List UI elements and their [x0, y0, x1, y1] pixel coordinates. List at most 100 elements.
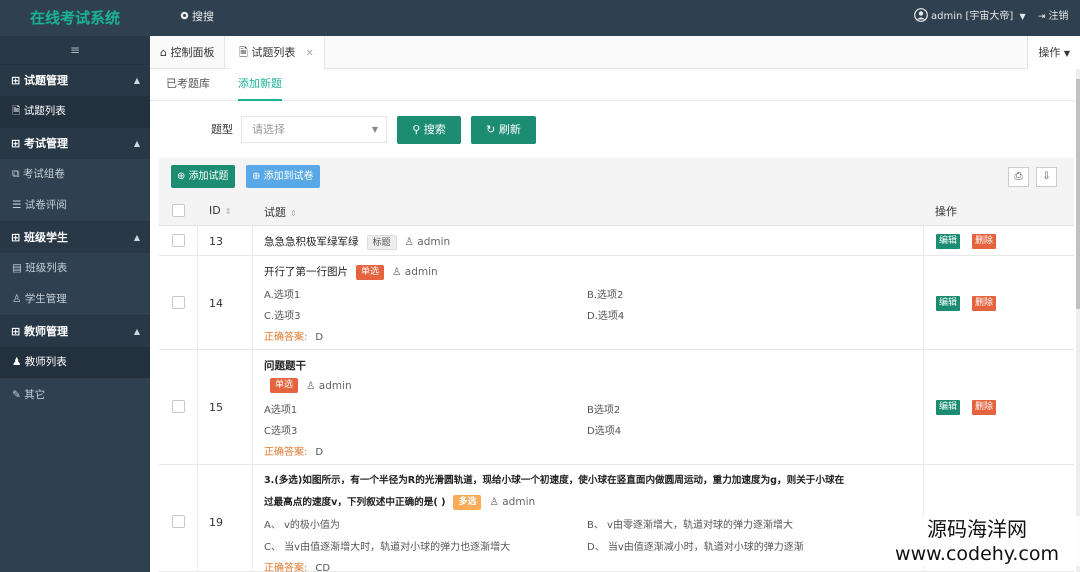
author-name: admin	[417, 236, 451, 248]
question-type-badge: 标题	[366, 234, 397, 250]
header-title-label: 试题	[264, 206, 286, 219]
search-icon	[180, 0, 189, 34]
user-menu[interactable]: admin [宇宙大帝] ▼	[914, 0, 1026, 36]
sidebar: ≡ ⊞ 试题管理 ▲ 🗎 试题列表 ⊞ 考试管理 ▲ ⧉ 考试组卷 ☰ 试卷评阅…	[0, 36, 150, 572]
question-title[interactable]: 急急急积极军绿军绿 标题 ♙ admin	[264, 234, 450, 250]
option-c: C选项3	[264, 426, 298, 437]
edit-button[interactable]: 编辑	[936, 400, 961, 415]
scrollbar-thumb[interactable]	[1076, 79, 1080, 309]
sidebar-group-label: 考试管理	[24, 137, 69, 150]
header-id[interactable]: ID ⇕	[209, 204, 231, 217]
column-divider	[197, 465, 198, 572]
delete-button[interactable]: 删除	[972, 400, 997, 415]
operations-dropdown[interactable]: 操作 ▼	[1027, 36, 1080, 69]
sidebar-item-teacher-list[interactable]: ♟ 教师列表	[0, 347, 150, 378]
refresh-button[interactable]: ↻ 刷新	[471, 116, 536, 144]
user-icon: ♙	[306, 379, 319, 392]
question-title[interactable]: 3.(多选)如图所示，有一个半径为R的光滑圆轨道，现给小球一个初速度，使小球在竖…	[264, 472, 844, 486]
row-checkbox[interactable]	[172, 400, 185, 413]
header-title[interactable]: 试题 ⇕	[264, 204, 297, 220]
question-title[interactable]: 问题题干	[264, 358, 306, 373]
question-table-panel: ⊕ 添加试题 ⊕ 添加到试卷 ⎙ ⇩ ID ⇕ 试题 ⇕ 操作 13 急急急积极…	[159, 158, 1074, 572]
main-content: 已考题库 添加新题 题型 请选择 ▼ ⚲ 搜索 ↻ 刷新 ⊕ 添加试题 ⊕ 添加…	[150, 69, 1076, 572]
add-to-exam-button[interactable]: ⊕ 添加到试卷	[246, 165, 320, 188]
app-brand[interactable]: 在线考试系统	[0, 0, 150, 36]
sidebar-item-class-list[interactable]: ▤ 班级列表	[0, 253, 150, 284]
column-divider	[923, 226, 924, 256]
subtab-question-bank[interactable]: 已考题库	[166, 69, 210, 101]
row-checkbox[interactable]	[172, 515, 185, 528]
list-icon: ☰	[12, 199, 25, 211]
sidebar-item-label: 其它	[24, 389, 46, 401]
table-row: 13 急急急积极军绿军绿 标题 ♙ admin 编辑 删除	[159, 226, 1074, 256]
sidebar-group-teacher-mgmt[interactable]: ⊞ 教师管理 ▲	[0, 315, 150, 347]
wrench-icon: ✎	[12, 389, 25, 401]
sidebar-item-exam-review[interactable]: ☰ 试卷评阅	[0, 190, 150, 221]
copy-icon: ⧉	[12, 168, 23, 180]
row-id: 14	[209, 297, 223, 310]
sidebar-group-question-mgmt[interactable]: ⊞ 试题管理 ▲	[0, 64, 150, 96]
row-checkbox[interactable]	[172, 234, 185, 247]
user-icon: ♙	[489, 496, 503, 508]
caret-down-icon: ▼	[1063, 49, 1070, 58]
add-question-button[interactable]: ⊕ 添加试题	[171, 165, 235, 188]
ops-label: 操作	[1038, 46, 1061, 59]
question-title-text: 过最高点的速度v，下列叙述中正确的是( )	[264, 497, 446, 508]
question-type-select[interactable]: 请选择 ▼	[241, 116, 387, 143]
print-icon[interactable]: ⎙	[1008, 167, 1029, 187]
sidebar-item-label: 试题列表	[23, 105, 66, 117]
tab-label: 控制面板	[170, 46, 215, 59]
author: ♙ admin	[405, 236, 451, 248]
user-icon: ♟	[12, 356, 25, 368]
subtab-add-question[interactable]: 添加新题	[238, 69, 282, 101]
edit-button[interactable]: 编辑	[936, 234, 961, 249]
vertical-scrollbar[interactable]	[1076, 69, 1080, 572]
sort-icon: ⇕	[224, 207, 232, 216]
sidebar-item-question-list[interactable]: 🗎 试题列表	[0, 96, 150, 127]
delete-button[interactable]: 删除	[972, 296, 997, 311]
edit-button[interactable]: 编辑	[936, 296, 961, 311]
sidebar-group-class-students[interactable]: ⊞ 班级学生 ▲	[0, 221, 150, 253]
option-c: C.选项3	[264, 311, 301, 322]
logout-link[interactable]: ⇥ 注销	[1038, 0, 1069, 36]
column-divider	[252, 465, 253, 572]
sidebar-item-exam-compose[interactable]: ⧉ 考试组卷	[0, 159, 150, 190]
top-navbar: 在线考试系统 搜搜 admin [宇宙大帝] ▼ ⇥ 注销	[0, 0, 1080, 36]
author-name: admin	[404, 266, 438, 278]
column-divider	[923, 256, 924, 350]
search-button[interactable]: ⚲ 搜索	[397, 116, 461, 144]
caret-up-icon: ▲	[133, 327, 140, 336]
sidebar-item-student-mgmt[interactable]: ♙ 学生管理	[0, 284, 150, 315]
option-b: B选项2	[587, 405, 621, 416]
author-name: admin	[502, 496, 536, 508]
author: ♙ admin	[306, 380, 352, 392]
watermark-url: www.codehy.com	[895, 543, 1059, 565]
select-all-checkbox[interactable]	[172, 204, 185, 217]
sidebar-group-exam-mgmt[interactable]: ⊞ 考试管理 ▲	[0, 127, 150, 159]
answer-label: 正确答案:	[264, 563, 308, 572]
question-title[interactable]: 开行了第一行图片 单选 ♙ admin	[264, 264, 438, 280]
tab-question-list[interactable]: 🗎 试题列表 ✕	[229, 36, 325, 69]
top-search-link[interactable]: 搜搜	[180, 0, 214, 36]
refresh-button-label: 刷新	[498, 123, 521, 136]
sidebar-toggle-icon[interactable]: ≡	[0, 36, 150, 64]
row-checkbox[interactable]	[172, 296, 185, 309]
row-id: 15	[209, 401, 223, 414]
export-icon[interactable]: ⇩	[1036, 167, 1057, 187]
tab-dashboard[interactable]: ⌂ 控制面板	[150, 36, 226, 69]
table-row: 15 问题题干 单选 ♙ admin A选项1 B选项2 C选项3 D选项4 正确…	[159, 350, 1074, 465]
file-icon: 🗎	[239, 46, 252, 59]
sidebar-item-other[interactable]: ✎ 其它	[0, 380, 150, 411]
sidebar-group-label: 试题管理	[24, 74, 69, 87]
user-icon: ♙	[404, 236, 418, 248]
home-icon: ⌂	[160, 46, 171, 59]
close-icon[interactable]: ✕	[305, 48, 313, 59]
author-name: admin	[318, 379, 352, 392]
column-divider	[252, 350, 253, 465]
header-id-label: ID	[209, 204, 221, 217]
question-type-badge: 单选	[270, 378, 299, 393]
logout-icon: ⇥	[1038, 12, 1046, 22]
file-icon: 🗎	[12, 105, 24, 117]
option-a: A.选项1	[264, 290, 301, 301]
delete-button[interactable]: 删除	[972, 234, 997, 249]
